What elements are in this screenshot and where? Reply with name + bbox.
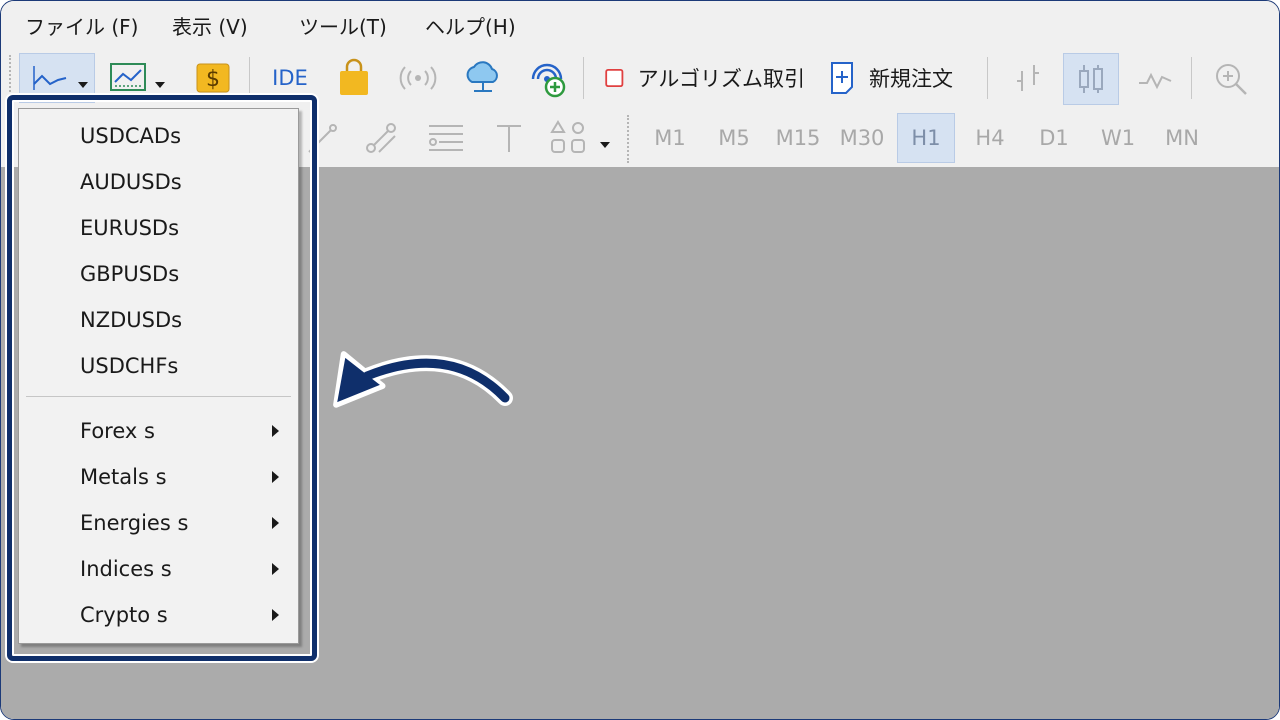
node-line-icon: [366, 123, 396, 153]
timeframe-m5[interactable]: M5: [705, 113, 763, 163]
text-t-icon: [497, 125, 521, 152]
menu-file[interactable]: ファイル (F): [25, 11, 138, 40]
timeframe-m15[interactable]: M15: [769, 113, 827, 163]
toolbar-separator: [583, 57, 584, 99]
toolbar-separator: [249, 57, 250, 99]
timeframe-mn[interactable]: MN: [1153, 113, 1211, 163]
ide-label: IDE: [272, 66, 308, 90]
cloud-icon: [466, 61, 498, 92]
algo-trading-button[interactable]: アルゴリズム取引: [599, 57, 805, 99]
shapes-icon: [550, 120, 610, 153]
new-order-button[interactable]: 新規注文: [825, 57, 975, 99]
toolbar-grip: [627, 115, 629, 163]
ohlc-bars-icon: [1017, 65, 1039, 91]
timeframe-h1[interactable]: H1: [897, 113, 955, 163]
text-tool-button[interactable]: [487, 115, 531, 161]
broadcast-icon: [399, 66, 437, 90]
radar-plus-icon: [531, 63, 566, 98]
trading-account-button[interactable]: $: [193, 57, 233, 99]
bar-chart-button[interactable]: [1003, 55, 1053, 103]
dollar-icon: $: [196, 63, 230, 93]
algo-trading-label: アルゴリズム取引: [637, 67, 805, 91]
indicator-chart-icon: [110, 63, 165, 91]
menu-bar: ファイル (F) 表示 (V) ツール(T) ヘルプ(H): [1, 1, 1279, 48]
zoom-in-button[interactable]: [1207, 55, 1255, 103]
fibonacci-tool-button[interactable]: [421, 115, 471, 161]
channel-tool-button[interactable]: [357, 115, 405, 161]
shopping-bag-icon: [340, 58, 368, 95]
timeframe-h4[interactable]: H4: [961, 113, 1019, 163]
zigzag-line-icon: [1139, 72, 1172, 90]
app-window: ファイル (F) 表示 (V) ツール(T) ヘルプ(H) $ IDE アルゴリ…: [0, 0, 1280, 720]
zoom-in-icon: [1216, 64, 1247, 95]
fibonacci-lines-icon: [429, 125, 463, 151]
svg-text:$: $: [206, 67, 220, 92]
annotation-arrow: [321, 346, 521, 416]
line-chart-icon: [33, 66, 88, 90]
add-signal-button[interactable]: [523, 55, 571, 103]
timeframe-m30[interactable]: M30: [833, 113, 891, 163]
stop-square-icon: [605, 68, 624, 88]
curved-arrow-icon: [333, 351, 513, 408]
signals-button[interactable]: [395, 57, 441, 99]
timeframe-m1[interactable]: M1: [641, 113, 699, 163]
vps-button[interactable]: [459, 55, 507, 101]
menu-tools[interactable]: ツール(T): [299, 11, 387, 40]
line-chart-button[interactable]: [1129, 55, 1181, 103]
menu-view[interactable]: 表示 (V): [172, 11, 248, 40]
candlestick-chart-button[interactable]: [1063, 53, 1119, 105]
timeframe-d1[interactable]: D1: [1025, 113, 1083, 163]
new-order-icon: [831, 62, 853, 94]
candlestick-icon: [1079, 65, 1103, 93]
toolbar-separator: [987, 57, 988, 99]
market-button[interactable]: [331, 55, 377, 101]
annotation-highlight-box: [7, 95, 317, 661]
timeframe-w1[interactable]: W1: [1089, 113, 1147, 163]
shapes-dropdown-button[interactable]: [547, 115, 619, 161]
ide-button[interactable]: IDE: [263, 57, 317, 99]
new-order-label: 新規注文: [869, 67, 953, 91]
menu-help[interactable]: ヘルプ(H): [425, 11, 516, 40]
toolbar-separator: [1191, 57, 1192, 99]
